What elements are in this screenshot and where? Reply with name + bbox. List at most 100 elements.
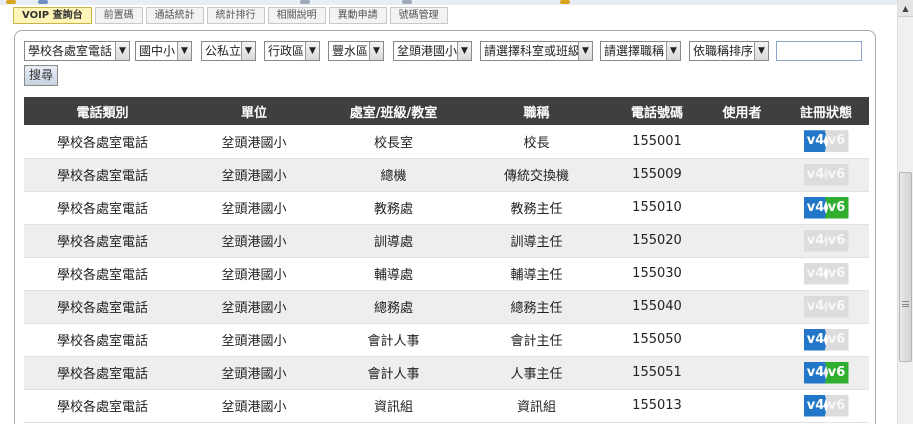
table-row: 學校各處室電話 坌頭港國小 資訊組 資訊組 155013 v4 v6 xyxy=(24,389,869,423)
col-header-user[interactable]: 使用者 xyxy=(701,97,783,125)
v6-status-icon: v6 xyxy=(824,394,849,417)
school-level-value: 國中小 xyxy=(139,44,176,58)
col-header-status[interactable]: 註冊狀態 xyxy=(783,97,869,125)
cell-phone: 155051 xyxy=(613,356,701,390)
cell-status: v4 v6 xyxy=(783,224,869,258)
school-select[interactable]: 坌頭港國小 ▼ xyxy=(393,41,472,61)
cell-status: v4 v6 xyxy=(783,356,869,390)
registration-badge: v4 v6 xyxy=(803,196,849,219)
cell-office: 總務處 xyxy=(327,290,460,324)
cell-user xyxy=(701,257,783,291)
chevron-down-icon: ▼ xyxy=(369,42,383,60)
cell-unit: 坌頭港國小 xyxy=(181,323,327,357)
area-select[interactable]: 豐水區 ▼ xyxy=(328,41,384,61)
table-header-row: 電話類別 單位 處室/班級/教室 職稱 電話號碼 使用者 註冊狀態 xyxy=(24,97,869,125)
registration-badge: v4 v6 xyxy=(803,229,849,252)
cell-category: 學校各處室電話 xyxy=(24,257,181,291)
cell-office: 會計人事 xyxy=(327,323,460,357)
tab-change-request[interactable]: 異動申請 xyxy=(328,7,387,24)
cell-user xyxy=(701,158,783,192)
arrow-up-icon[interactable]: ▲ xyxy=(898,0,913,17)
table-row: 學校各處室電話 坌頭港國小 校長室 校長 155001 v4 v6 xyxy=(24,125,869,159)
scroll-thumb[interactable] xyxy=(899,172,912,362)
phone-type-select[interactable]: 學校各處室電話 ▼ xyxy=(24,41,130,61)
cell-user xyxy=(701,323,783,357)
cell-office: 訓導處 xyxy=(327,224,460,258)
table-row: 學校各處室電話 坌頭港國小 會計人事 會計主任 155050 v4 v6 xyxy=(24,323,869,357)
cell-category: 學校各處室電話 xyxy=(24,356,181,390)
cell-phone: 155001 xyxy=(613,125,701,159)
cell-category: 學校各處室電話 xyxy=(24,323,181,357)
tab-voip-lookup[interactable]: VOIP 查詢台 xyxy=(13,7,92,24)
col-header-unit[interactable]: 單位 xyxy=(181,97,327,125)
cell-category: 學校各處室電話 xyxy=(24,191,181,225)
cell-category: 學校各處室電話 xyxy=(24,125,181,159)
chevron-down-icon: ▼ xyxy=(305,42,319,60)
v6-status-icon: v6 xyxy=(824,130,849,153)
cell-status: v4 v6 xyxy=(783,125,869,159)
tab-help[interactable]: 相關說明 xyxy=(267,7,326,24)
cell-unit: 坌頭港國小 xyxy=(181,290,327,324)
col-header-category[interactable]: 電話類別 xyxy=(24,97,181,125)
cell-office: 校長室 xyxy=(327,125,460,159)
tab-number-admin[interactable]: 號碼管理 xyxy=(389,7,448,24)
title-value: 請選擇職稱 xyxy=(604,44,665,58)
chevron-down-icon: ▼ xyxy=(578,42,592,60)
office-select[interactable]: 請選擇科室或班級 ▼ xyxy=(480,41,593,61)
cell-unit: 坌頭港國小 xyxy=(181,389,327,423)
v4-status-icon: v4 xyxy=(803,196,828,219)
cell-phone: 155009 xyxy=(613,158,701,192)
chevron-down-icon: ▼ xyxy=(457,42,471,60)
v4-status-icon: v4 xyxy=(803,328,828,351)
keyword-input[interactable] xyxy=(776,41,862,61)
sort-select[interactable]: 依職稱排序 ▼ xyxy=(689,41,769,61)
cell-category: 學校各處室電話 xyxy=(24,389,181,423)
table-row: 學校各處室電話 坌頭港國小 會計人事 人事主任 155051 v4 v6 xyxy=(24,356,869,390)
tab-stats-ranking[interactable]: 統計排行 xyxy=(206,7,265,24)
table-row: 學校各處室電話 坌頭港國小 教務處 教務主任 155010 v4 v6 xyxy=(24,191,869,225)
v4-status-icon: v4 xyxy=(803,295,828,318)
cell-user xyxy=(701,125,783,159)
cell-user xyxy=(701,290,783,324)
title-select[interactable]: 請選擇職稱 ▼ xyxy=(600,41,681,61)
cell-status: v4 v6 xyxy=(783,158,869,192)
cell-title: 輔導主任 xyxy=(460,257,613,291)
v4-status-icon: v4 xyxy=(803,163,828,186)
registration-badge: v4 v6 xyxy=(803,262,849,285)
table-row: 學校各處室電話 坌頭港國小 輔導處 輔導主任 155030 v4 v6 xyxy=(24,257,869,291)
v6-status-icon: v6 xyxy=(824,196,849,219)
tab-call-stats[interactable]: 通話統計 xyxy=(145,7,204,24)
cell-unit: 坌頭港國小 xyxy=(181,125,327,159)
cell-status: v4 v6 xyxy=(783,290,869,324)
scroll-grip-icon xyxy=(902,301,909,307)
registration-badge: v4 v6 xyxy=(803,394,849,417)
col-header-phone[interactable]: 電話號碼 xyxy=(613,97,701,125)
cell-status: v4 v6 xyxy=(783,191,869,225)
v6-status-icon: v6 xyxy=(824,262,849,285)
cell-phone: 155020 xyxy=(613,224,701,258)
search-button[interactable]: 搜尋 xyxy=(24,65,58,86)
v4-status-icon: v4 xyxy=(803,262,828,285)
school-level-select[interactable]: 國中小 ▼ xyxy=(135,41,192,61)
cell-user xyxy=(701,191,783,225)
table-row: 學校各處室電話 坌頭港國小 總機 傳統交換機 155009 v4 v6 xyxy=(24,158,869,192)
cell-office: 總機 xyxy=(327,158,460,192)
district-select[interactable]: 行政區 ▼ xyxy=(264,41,320,61)
ownership-select[interactable]: 公私立 ▼ xyxy=(201,41,256,61)
cell-title: 校長 xyxy=(460,125,613,159)
col-header-office[interactable]: 處室/班級/教室 xyxy=(327,97,460,125)
vertical-scrollbar[interactable]: ▲ xyxy=(897,0,913,424)
col-header-title[interactable]: 職稱 xyxy=(460,97,613,125)
area-value: 豐水區 xyxy=(332,44,369,58)
registration-badge: v4 v6 xyxy=(803,295,849,318)
chevron-down-icon: ▼ xyxy=(754,42,768,60)
cell-phone: 155050 xyxy=(613,323,701,357)
v6-status-icon: v6 xyxy=(824,361,849,384)
tab-prefix[interactable]: 前置碼 xyxy=(94,7,143,24)
registration-badge: v4 v6 xyxy=(803,361,849,384)
chevron-down-icon: ▼ xyxy=(241,42,255,60)
cell-title: 總務主任 xyxy=(460,290,613,324)
cell-phone: 155030 xyxy=(613,257,701,291)
v6-status-icon: v6 xyxy=(824,295,849,318)
cell-office: 輔導處 xyxy=(327,257,460,291)
